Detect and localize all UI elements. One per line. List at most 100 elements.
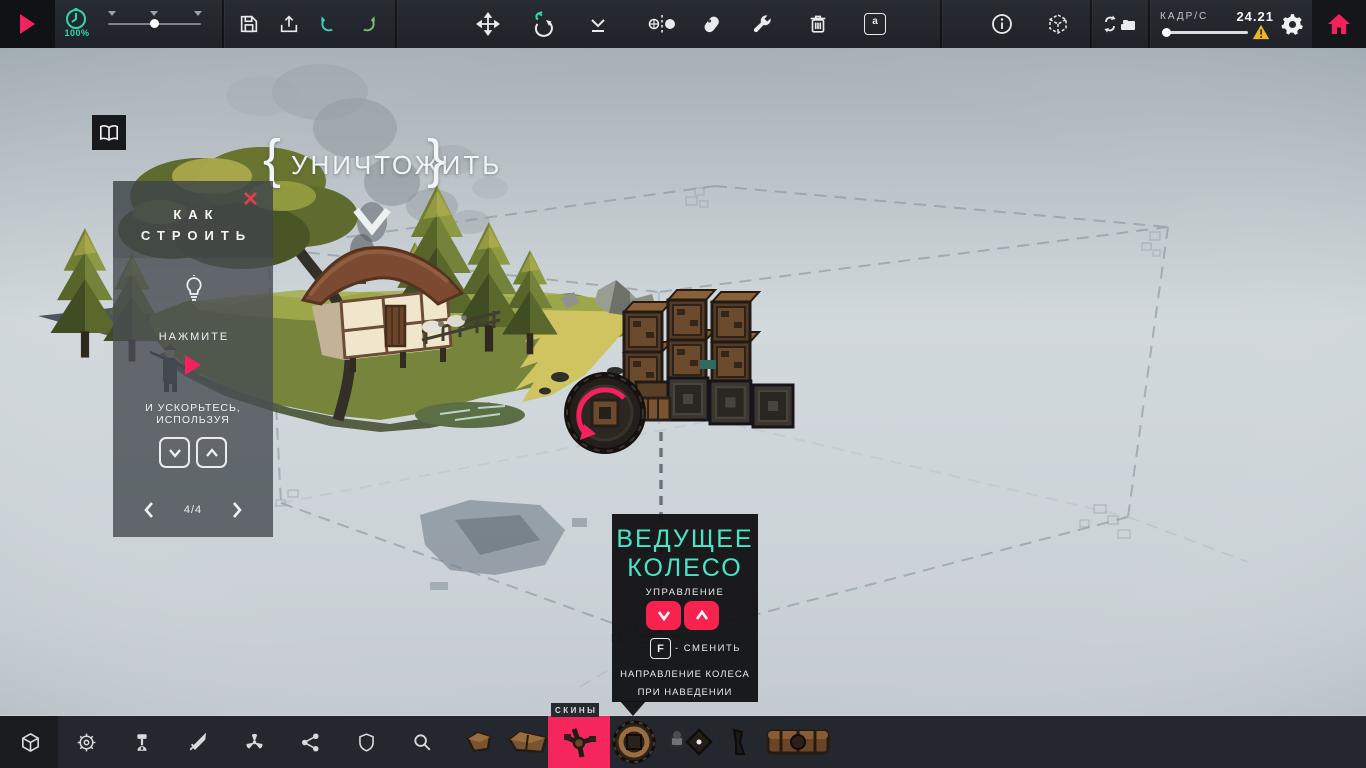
speed-marker (150, 11, 158, 16)
chevron-up-icon (693, 609, 711, 622)
rotate-icon (530, 9, 556, 39)
wrench-icon (750, 12, 774, 36)
settings-button[interactable] (1274, 0, 1310, 48)
load-icon (278, 13, 300, 35)
block-item-wooden-block[interactable] (455, 716, 501, 768)
block-item-grabber[interactable] (722, 716, 756, 768)
rotate-tool-button[interactable] (525, 0, 561, 48)
tooltip-key-hint: - СМЕНИТЬ (675, 643, 741, 654)
chevron-down-icon (350, 206, 394, 236)
tooltip-hint-line1: НАПРАВЛЕНИЕ КОЛЕСА (612, 669, 758, 680)
speed-marker (108, 11, 116, 16)
play-button[interactable] (0, 0, 55, 48)
view-cube-button[interactable] (1040, 0, 1076, 48)
close-icon (243, 191, 258, 206)
keybind-button[interactable]: a (856, 0, 894, 48)
shield-icon (356, 731, 377, 754)
piston-icon (131, 731, 153, 754)
eraser-icon (700, 12, 724, 36)
block-item-axle-selected[interactable] (548, 716, 610, 768)
magnifier-icon (411, 731, 433, 753)
wheel-backward-key-button[interactable] (646, 601, 681, 630)
chevron-right-icon (231, 501, 243, 519)
load-button[interactable] (272, 0, 306, 48)
wheel-cog-icon (75, 731, 98, 754)
save-icon (238, 13, 260, 35)
chevron-down-icon (655, 609, 673, 622)
chevron-down-icon (167, 447, 183, 459)
view-cube-icon (1046, 12, 1070, 36)
driving-wheel-block[interactable] (567, 375, 643, 451)
nodes-icon (299, 731, 322, 754)
category-mechanics[interactable] (114, 716, 170, 768)
book-icon (98, 123, 120, 143)
fps-value: 24.21 (1222, 9, 1274, 24)
category-wheels[interactable] (58, 716, 114, 768)
delete-button[interactable] (800, 0, 836, 48)
symmetry-icon (647, 12, 677, 36)
speed-slider-handle[interactable] (150, 19, 159, 28)
eraser-tool-button[interactable] (694, 0, 730, 48)
fps-slider-track[interactable] (1162, 31, 1248, 34)
divider (395, 0, 397, 48)
sword-icon (187, 731, 209, 753)
block-item-steering[interactable] (665, 716, 717, 768)
tutorial-accelerate-label: И УСКОРЬТЕСЬ, ИСПОЛЬЗУЯ (110, 402, 276, 426)
flip-key-icon: F (650, 638, 671, 659)
besiege-build-screen: 100% (0, 0, 1366, 768)
tutorial-next-button[interactable] (227, 499, 247, 521)
move-tool-button[interactable] (470, 0, 506, 48)
speed-up-key-button[interactable] (196, 437, 227, 468)
block-item-double-wooden-block[interactable] (504, 716, 552, 768)
category-search[interactable] (394, 716, 450, 768)
divider (1148, 0, 1150, 48)
info-icon (990, 12, 1014, 36)
home-button[interactable] (1312, 0, 1366, 48)
sim-speed-clock-icon (62, 8, 90, 30)
destroy-hint: { УНИЧТОЖИТЬ } (255, 128, 465, 238)
tutorial-close-button[interactable] (240, 188, 260, 208)
divider (222, 0, 224, 48)
category-weapons[interactable] (170, 716, 226, 768)
speed-marker (194, 11, 202, 16)
speed-down-key-button[interactable] (159, 437, 190, 468)
save-button[interactable] (232, 0, 266, 48)
ground-snap-button[interactable] (580, 0, 616, 48)
category-blocks[interactable] (2, 716, 58, 768)
hint-text: УНИЧТОЖИТЬ (291, 150, 502, 181)
undo-button[interactable] (312, 0, 346, 48)
block-item-powered-wheel[interactable] (758, 716, 838, 768)
settings-tool-button[interactable] (744, 0, 780, 48)
category-logic[interactable] (282, 716, 338, 768)
divider (1090, 0, 1092, 48)
category-armor[interactable] (338, 716, 394, 768)
fps-slider-handle[interactable] (1162, 28, 1171, 37)
skins-tag: СКИНЫ (551, 703, 599, 717)
warning-icon (1252, 24, 1270, 40)
tooltip-hint-line2: ПРИ НАВЕДЕНИИ (612, 687, 758, 698)
tutorial-panel: КАК СТРОИТЬ НАЖМИТЕ И УСКОРЬТЕСЬ, ИСПОЛЬ… (113, 181, 273, 537)
undo-icon (318, 13, 340, 35)
machine-sync-icon (1102, 12, 1138, 36)
hint-brace-right: } (427, 132, 445, 186)
machine-sync-button[interactable] (1096, 0, 1144, 48)
info-button[interactable] (984, 0, 1020, 48)
tutorial-press-label: НАЖМИТЕ (113, 331, 273, 343)
tutorial-title-line2: СТРОИТЬ (113, 228, 273, 243)
top-toolbar: 100% (0, 0, 1366, 48)
tooltip-title-line2: КОЛЕСО (612, 554, 758, 583)
play-icon (20, 14, 35, 34)
category-flight[interactable] (226, 716, 282, 768)
block-item-driving-wheel[interactable] (610, 716, 658, 768)
sim-speed-value: 100% (60, 28, 94, 38)
wheel-forward-key-button[interactable] (684, 601, 719, 630)
block-tooltip: ВЕДУЩЕЕ КОЛЕСО УПРАВЛЕНИЕ F - СМЕНИТЬ НА… (612, 514, 758, 702)
move-icon (476, 12, 500, 36)
bottom-toolbar (0, 716, 1366, 768)
propeller-icon (243, 731, 266, 754)
redo-button[interactable] (350, 0, 384, 48)
symmetry-tool-button[interactable] (644, 0, 680, 48)
tutorial-book-button[interactable] (92, 115, 126, 150)
gear-icon (1280, 12, 1305, 37)
keybind-letter: a (872, 16, 878, 27)
